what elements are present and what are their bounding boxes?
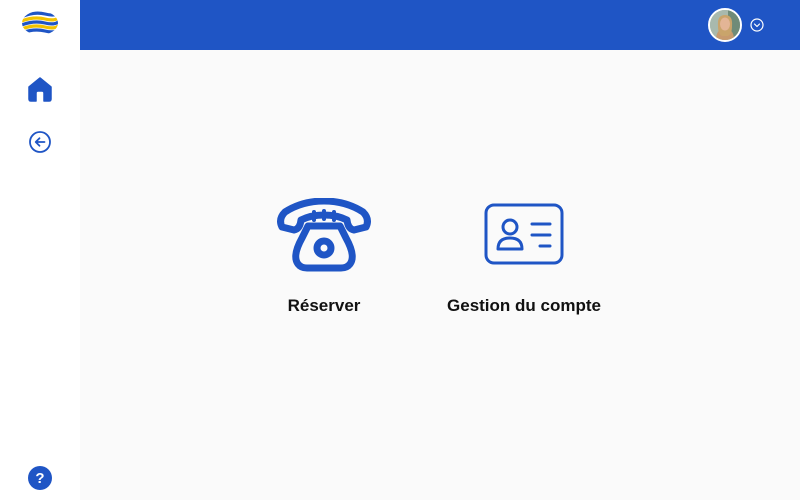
tile-label-reserve: Réserver — [287, 296, 361, 315]
id-card-icon — [484, 203, 564, 265]
sidebar-item-back[interactable] — [24, 126, 56, 158]
help-button[interactable]: ? — [24, 462, 56, 494]
sidebar-item-home[interactable] — [24, 73, 56, 105]
arrow-left-circle-icon — [29, 131, 51, 153]
telephone-icon — [277, 198, 371, 272]
help-label: ? — [35, 470, 44, 487]
top-bar — [80, 0, 800, 50]
tile-icon-wrapper — [484, 195, 564, 275]
tile-label-account: Gestion du compte — [447, 296, 601, 315]
account-management-tile[interactable]: Gestion du compte — [432, 195, 616, 316]
question-circle-icon: ? — [28, 466, 52, 490]
main-content: Réserver Gestion du compte — [80, 50, 800, 500]
sidebar: ? — [0, 0, 80, 500]
reserve-tile[interactable]: Réserver — [254, 195, 394, 316]
chevron-down-circle-icon[interactable] — [750, 18, 764, 32]
user-menu[interactable] — [708, 8, 764, 42]
avatar[interactable] — [708, 8, 742, 42]
home-icon — [28, 77, 52, 102]
tile-icon-wrapper — [276, 195, 372, 275]
user-photo — [710, 10, 740, 40]
striped-globe-logo — [22, 11, 58, 35]
app-logo[interactable] — [21, 9, 59, 37]
